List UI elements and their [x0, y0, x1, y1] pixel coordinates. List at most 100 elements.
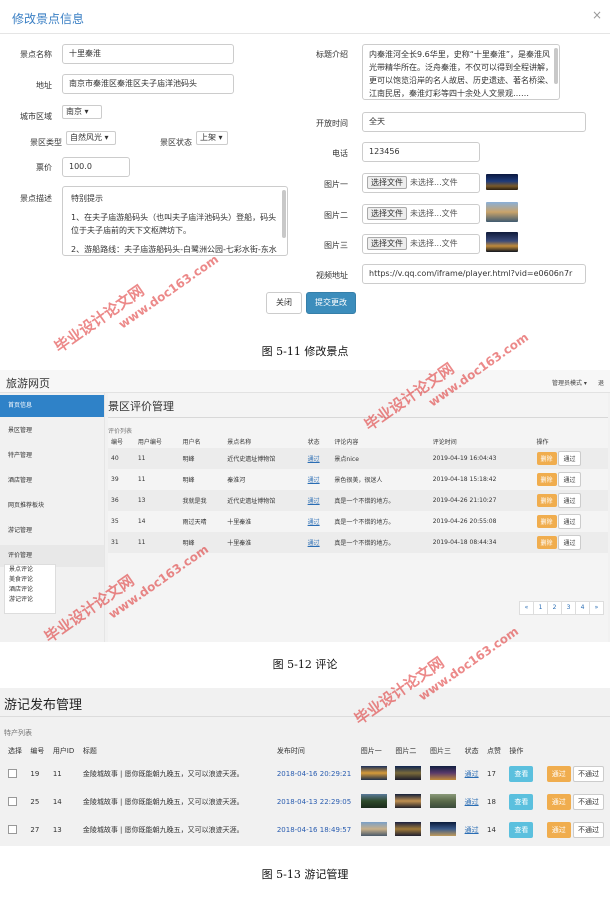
video-input[interactable]: https://v.qq.com/iframe/player.html?vid=…	[362, 264, 586, 284]
col-header: 评论时间	[432, 438, 457, 446]
cell: 18	[487, 798, 496, 806]
cell: 14	[487, 826, 496, 834]
scrollbar[interactable]	[282, 190, 286, 238]
page-prev[interactable]: «	[519, 601, 534, 615]
cell: 14	[52, 798, 62, 806]
note-image	[395, 794, 422, 808]
sidebar-item-specialty[interactable]: 特产管理	[0, 445, 104, 467]
page-link[interactable]: 1	[533, 601, 548, 615]
desc-textarea[interactable]: 特别提示 1、在夫子庙游船码头（也叫夫子庙泮池码头）登船，码头位于夫子庙前的天下…	[62, 186, 288, 256]
type-select[interactable]: 自然风光 ▾	[66, 131, 116, 145]
pass-button[interactable]: 通过	[546, 822, 571, 838]
table-row: 31 11 明峰 十里秦淮 通过 真是一个不错的地方。 2019-04-18 0…	[108, 532, 608, 553]
top-bar: 旅游网页 管理员模式 ▾ 退	[0, 370, 610, 393]
reject-button[interactable]: 不通过	[573, 766, 604, 782]
pass-button[interactable]: 通过	[546, 794, 571, 810]
status-link[interactable]: 通过	[465, 798, 479, 806]
submenu-item[interactable]: 酒店评论	[5, 585, 55, 595]
note-image	[360, 794, 387, 808]
delete-button[interactable]: 删除	[536, 473, 557, 486]
sidebar-item-recommend[interactable]: 网页推荐板块	[0, 495, 104, 517]
price-input[interactable]: 100.0	[62, 157, 130, 177]
city-select[interactable]: 南京 ▾	[62, 105, 102, 119]
page-title: 游记发布管理	[4, 698, 83, 713]
choose-file-button[interactable]: 选择文件	[367, 207, 407, 220]
submenu-item[interactable]: 游记评论	[5, 595, 55, 605]
admin-mode-menu[interactable]: 管理员模式 ▾	[552, 378, 587, 387]
submenu-item[interactable]: 景点评论	[5, 565, 55, 575]
page-link[interactable]: 3	[561, 601, 576, 615]
view-button[interactable]: 查看	[509, 766, 534, 782]
note-image	[360, 822, 387, 836]
cell: 十里秦淮	[227, 540, 252, 547]
sidebar-item-hotel[interactable]: 酒店管理	[0, 470, 104, 492]
edit-scenic-modal: 修改景点信息 × 景点名称 十里秦淮 地址 南京市秦淮区秦淮区夫子庙洋池码头 城…	[0, 0, 610, 330]
close-button[interactable]: 关闭	[266, 292, 302, 314]
cell: 真是一个不错的地方。	[334, 498, 395, 505]
submit-button[interactable]: 提交更改	[306, 292, 356, 314]
open-time-input[interactable]: 全天	[362, 112, 586, 132]
page-next[interactable]: »	[589, 601, 604, 615]
choose-file-button[interactable]: 选择文件	[367, 237, 407, 250]
pic1-file[interactable]: 选择文件 未选择...文件	[362, 173, 480, 193]
cell: 真是一个不错的地方。	[334, 519, 395, 526]
status-link[interactable]: 通过	[308, 498, 320, 505]
pass-button[interactable]: 通过	[546, 766, 571, 782]
page-link[interactable]: 2	[547, 601, 562, 615]
cell: 十里秦淮	[227, 519, 252, 526]
logout-link[interactable]: 退	[598, 378, 604, 387]
table-row: 19 11 金陵城故事 | 愿你既能朝九晚五，又可以浪迹天涯。 2018-04-…	[4, 760, 610, 788]
view-button[interactable]: 查看	[509, 794, 534, 810]
pass-button[interactable]: 通过	[558, 451, 581, 466]
cell: 2019-04-18 08:44:34	[432, 539, 497, 546]
status-link[interactable]: 通过	[308, 519, 320, 526]
status-link[interactable]: 通过	[308, 540, 320, 547]
cell: 2019-04-19 16:04:43	[432, 455, 497, 462]
intro-textarea[interactable]: 内秦淮河全长9.6华里，史称“十里秦淮”，是秦淮风光带精华所在。泛舟秦淮，不仅可…	[362, 44, 560, 100]
delete-button[interactable]: 删除	[536, 515, 557, 528]
sidebar-item-scenic[interactable]: 景区管理	[0, 420, 104, 442]
reject-button[interactable]: 不通过	[573, 794, 604, 810]
page-link[interactable]: 4	[575, 601, 590, 615]
status-link[interactable]: 通过	[465, 826, 479, 834]
col-header: 状态	[307, 438, 320, 446]
select-checkbox[interactable]	[8, 824, 17, 834]
select-checkbox[interactable]	[8, 796, 17, 806]
pic2-file[interactable]: 选择文件 未选择...文件	[362, 204, 480, 224]
status-link[interactable]: 通过	[465, 770, 479, 778]
status-link[interactable]: 通过	[308, 477, 320, 484]
address-input[interactable]: 南京市秦淮区秦淮区夫子庙洋池码头	[62, 74, 234, 94]
col-header: 用户ID	[52, 747, 75, 755]
close-icon[interactable]: ×	[592, 8, 602, 22]
pass-button[interactable]: 通过	[558, 514, 581, 529]
view-button[interactable]: 查看	[509, 822, 534, 838]
choose-file-button[interactable]: 选择文件	[367, 176, 407, 189]
delete-button[interactable]: 删除	[536, 494, 557, 507]
cell: 35	[111, 518, 119, 525]
pagination: «1 2 3 4»	[519, 601, 604, 615]
phone-input[interactable]: 123456	[362, 142, 480, 162]
reject-button[interactable]: 不通过	[573, 822, 604, 838]
status-link[interactable]: 通过	[308, 456, 320, 463]
pass-button[interactable]: 通过	[558, 472, 581, 487]
sidebar-item-home[interactable]: 首页信息	[0, 395, 104, 417]
cell: 近代史遗址博物馆	[227, 456, 276, 463]
status-select[interactable]: 上架 ▾	[196, 131, 228, 145]
delete-button[interactable]: 删除	[536, 452, 557, 465]
name-input[interactable]: 十里秦淮	[62, 44, 234, 64]
scrollbar[interactable]	[554, 48, 558, 84]
submenu-item[interactable]: 美食评论	[5, 575, 55, 585]
cell: 2018-04-13 22:29:05	[276, 798, 352, 806]
select-checkbox[interactable]	[8, 768, 17, 778]
delete-button[interactable]: 删除	[536, 536, 557, 549]
cell: 2019-04-26 21:10:27	[432, 497, 497, 504]
divider	[108, 417, 608, 418]
pass-button[interactable]: 通过	[558, 535, 581, 550]
sidebar-item-notes[interactable]: 游记管理	[0, 520, 104, 542]
pass-button[interactable]: 通过	[558, 493, 581, 508]
brand-title: 旅游网页	[6, 377, 50, 390]
cell: 19	[30, 770, 40, 778]
col-header: 用户名	[182, 438, 201, 446]
travel-notes-admin-screenshot: 游记发布管理 特产列表 选择 编号 用户ID 标题 发布时间 图片一 图片二 图…	[0, 688, 610, 846]
pic3-file[interactable]: 选择文件 未选择...文件	[362, 234, 480, 254]
